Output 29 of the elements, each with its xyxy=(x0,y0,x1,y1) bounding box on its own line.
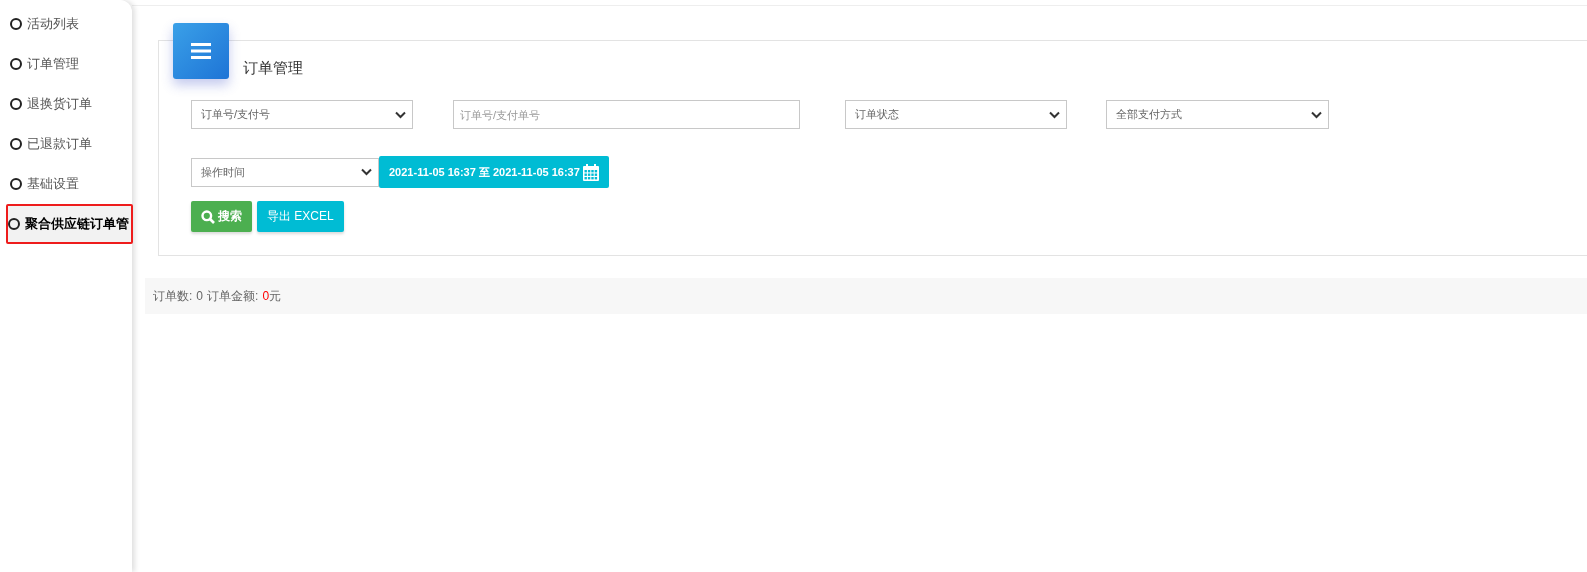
panel-title: 订单管理 xyxy=(243,59,304,78)
chevron-icon xyxy=(1311,110,1322,119)
calendar-icon xyxy=(582,163,599,181)
dropdown[interactable]: 操作时间 xyxy=(191,157,379,187)
sidebar-item[interactable]: 退换货订单 xyxy=(0,84,132,124)
order-count-label: 订单数: xyxy=(153,287,193,305)
order-count: 0 xyxy=(196,289,204,303)
dropdown[interactable]: 订单状态 xyxy=(845,100,1067,129)
search-icon xyxy=(201,209,215,224)
sidebar-item[interactable]: 聚合供应链订单管 xyxy=(6,204,133,244)
circle-icon xyxy=(10,98,22,110)
search-field[interactable]: 订单号/支付单号 xyxy=(453,100,800,129)
sidebar-item[interactable]: 订单管理 xyxy=(0,44,132,84)
sidebar-item[interactable]: 基础设置 xyxy=(0,164,132,204)
circle-icon xyxy=(10,18,22,30)
order-amount-label: 订单金额: xyxy=(207,287,259,305)
dropdown[interactable]: 全部支付方式 xyxy=(1106,100,1329,129)
chevron-icon xyxy=(361,168,372,176)
sidebar-item[interactable]: 已退款订单 xyxy=(0,124,132,164)
chevron-icon xyxy=(395,110,406,119)
circle-icon xyxy=(8,218,20,230)
circle-icon xyxy=(10,58,22,70)
chevron-icon xyxy=(1049,110,1060,119)
circle-icon xyxy=(10,178,22,190)
order-amount: 0元 xyxy=(262,287,282,305)
menu-icon xyxy=(173,23,229,79)
dropdown[interactable]: 订单号/支付号 xyxy=(191,100,413,129)
circle-icon xyxy=(10,138,22,150)
sidebar-item[interactable]: 活动列表 xyxy=(0,4,132,44)
